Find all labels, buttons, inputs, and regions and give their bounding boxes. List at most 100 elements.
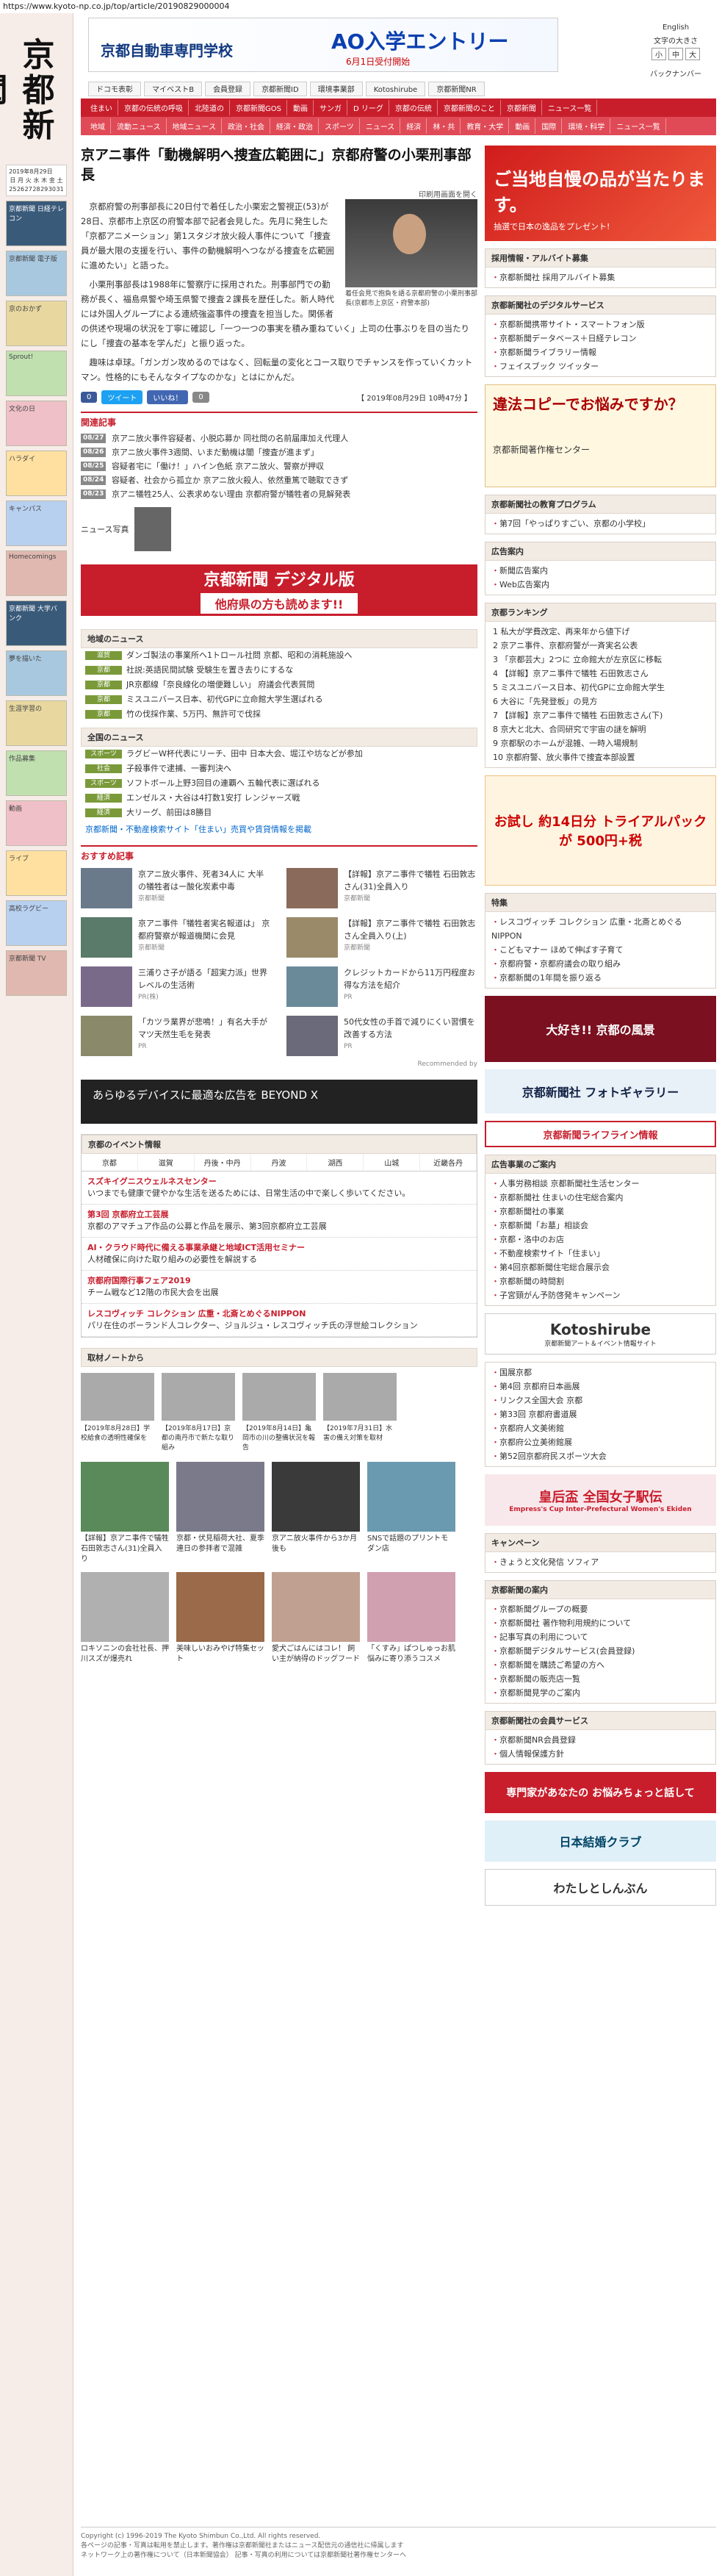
news-row[interactable]: 経済 大リーグ、前田は8勝目 bbox=[81, 806, 477, 820]
info-item[interactable]: 京都新聞の時間割 bbox=[491, 1274, 710, 1288]
rank-item[interactable]: 8 京大と北大、合同研究で宇宙の謎を解明 bbox=[491, 722, 710, 736]
related-item[interactable]: 08/27 京アニ放火事件容疑者、小脱応募か 同社問の名前届庫加え代理人 bbox=[81, 431, 477, 445]
guide-item[interactable]: 記事写真の利用について bbox=[491, 1630, 710, 1644]
grid-text[interactable]: 美味しいおみやげ特集セット bbox=[176, 1644, 264, 1665]
ekiden-banner[interactable]: 皇后盃 全国女子駅伝 Empress's Cup Inter-Prefectur… bbox=[485, 1474, 716, 1526]
special-item[interactable]: 京都府警・京都府議会の取り組み bbox=[491, 957, 710, 971]
event-tab[interactable]: 滋賀 bbox=[138, 1154, 195, 1171]
related-item[interactable]: 08/26 京アニ放火事件3週間、いまだ動機は闇「捜査が進まず」 bbox=[81, 445, 477, 459]
nav1-item[interactable]: 会員登録 bbox=[205, 82, 251, 96]
info-item[interactable]: 京都・洛中のお店 bbox=[491, 1233, 710, 1246]
info-item[interactable]: 京都新聞社の事業 bbox=[491, 1205, 710, 1219]
news-row[interactable]: スポーツ ラグビーW杯代表にリーチ、田中 日本大会、堀江や坊などが参加 bbox=[81, 747, 477, 761]
news-text[interactable]: 大リーグ、前田は8勝目 bbox=[126, 806, 212, 820]
nav1-item[interactable]: Kotoshirube bbox=[365, 82, 426, 96]
recommend-text[interactable]: 京アニ放火事件、死者34人に 大半の犠牲者はー酸化炭素中毒 bbox=[138, 868, 272, 893]
print-link[interactable]: 印刷用画面を開く bbox=[419, 188, 477, 199]
news-text[interactable]: ラグビーW杯代表にリーチ、田中 日本大会、堀江や坊などが参加 bbox=[126, 747, 363, 761]
lifeline-banner[interactable]: 京都新聞ライフライン情報 bbox=[485, 1121, 716, 1147]
kt-item[interactable]: 京都府公立美術館展 bbox=[491, 1435, 710, 1449]
left-banner[interactable]: 京都新聞 TV bbox=[6, 950, 67, 996]
recommend-thumb[interactable] bbox=[286, 966, 338, 1007]
nav3-item[interactable]: 国際 bbox=[536, 118, 563, 134]
special-item[interactable]: こどもマナー ほめて伸ばす子育て bbox=[491, 943, 710, 957]
rank-item[interactable]: 1 私大が学費改定、再来年から値下げ bbox=[491, 625, 710, 639]
event-title[interactable]: AI・クラウド時代に備える事業承継と地域ICT活用セミナー bbox=[87, 1242, 471, 1254]
nav2-item[interactable]: 住まい bbox=[85, 100, 118, 115]
grid-text[interactable]: 「くすみ」ぱつしゅっお肌悩みに寄り添うコスメ bbox=[367, 1644, 455, 1665]
note-text[interactable]: 【2019年8月28日】学校給食の透明性確保を bbox=[81, 1423, 154, 1442]
beyondx-ad[interactable]: あらゆるデバイスに最適な広告を BEYOND X bbox=[81, 1080, 477, 1124]
grid-item[interactable]: 【詳報】京アニ事件で犠牲 石田敦志さん(31)全員入り bbox=[81, 1462, 169, 1565]
nav3-item[interactable]: 地域 bbox=[85, 118, 111, 134]
info-item[interactable]: 人事労務相談 京都新聞社生活センター bbox=[491, 1177, 710, 1191]
edu-item[interactable]: 第7回「やっぱりすごい、京都の小学校」 bbox=[491, 517, 710, 531]
rank-item[interactable]: 5 ミスユニバース日本、初代GPに立命館大学生 bbox=[491, 681, 710, 695]
news-row[interactable]: 京都 ミスユニバース日本、初代GPに立命館大学生選ばれる bbox=[81, 692, 477, 707]
left-banner[interactable]: ハラダイ bbox=[6, 451, 67, 496]
real-estate-link[interactable]: 京都新聞・不動産検索サイト「住まい」売買や賃貸情報を掲載 bbox=[81, 820, 477, 838]
header-banner-ad[interactable]: 京都自動車専門学校 AO入学エントリー 6月1日受付開始 bbox=[88, 18, 558, 72]
related-item[interactable]: 08/24 容疑者、社会から孤立か 京アニ放火殺人、依然重篤で聴取できず bbox=[81, 473, 477, 487]
grid-thumb[interactable] bbox=[367, 1462, 455, 1532]
adinfo-item[interactable]: Web広告案内 bbox=[491, 578, 710, 592]
nav1-item[interactable]: 環境事業部 bbox=[309, 82, 363, 96]
grid-text[interactable]: 京都・伏見稲荷大社、夏季連日の参拝者で混雑 bbox=[176, 1534, 264, 1554]
backnumber-link[interactable]: バックナンバー bbox=[639, 68, 712, 79]
nav3-item[interactable]: ニュース一覧 bbox=[611, 118, 666, 134]
recommend-item[interactable]: 【詳報】京アニ事件で犠牲 石田敦志さん全員入り(上) 京都新聞 bbox=[286, 917, 477, 958]
recommend-item[interactable]: 「カツラ業界が悲鳴！」有名大手がマツ天然生毛を発表 PR bbox=[81, 1016, 272, 1056]
recommend-item[interactable]: 三浦りさ子が語る「超実力派」世界レベルの生活術 PR(株) bbox=[81, 966, 272, 1007]
grid-thumb[interactable] bbox=[81, 1462, 169, 1532]
grid-item[interactable]: 愛犬ごはんにはコレ！ 飼い主が納得のドッグフード bbox=[272, 1572, 360, 1665]
kotoshirube-banner[interactable]: Kotoshirube 京都新聞アート＆イベント情報サイト bbox=[485, 1313, 716, 1355]
news-row[interactable]: スポーツ ソフトボール上野3回目の連覇へ 五輪代表に選ばれる bbox=[81, 776, 477, 791]
related-text[interactable]: 容疑者、社会から孤立か 京アニ放火殺人、依然重篤で聴取できず bbox=[112, 476, 348, 485]
photo-contest-banner[interactable]: 大好き!! 京都の風景 bbox=[485, 996, 716, 1062]
recommend-text[interactable]: 三浦りさ子が語る「超実力派」世界レベルの生活術 bbox=[138, 966, 272, 991]
event-tab[interactable]: 近畿各丹 bbox=[420, 1154, 477, 1171]
note-thumb[interactable] bbox=[242, 1373, 316, 1421]
rank-item[interactable]: 7 【詳報】京アニ事件で犠牲 石田敦志さん(下) bbox=[491, 708, 710, 722]
nav1-item[interactable]: 京都新聞NR bbox=[428, 82, 485, 96]
news-text[interactable]: ソフトボール上野3回目の連覇へ 五輪代表に選ばれる bbox=[126, 776, 320, 791]
news-text[interactable]: ダンゴ製法の事業所へ1トロール社問 京都、昭和の消耗施設へ bbox=[126, 648, 353, 663]
grid-thumb[interactable] bbox=[272, 1572, 360, 1642]
news-text[interactable]: エンゼルス・大谷は4打数1安打 レンジャーズ戦 bbox=[126, 791, 300, 806]
event-item[interactable]: レスコヴィッチ コレクション 広重・北斎とめぐるNIPPON パリ在住のボーランド… bbox=[82, 1304, 477, 1337]
nav2-item[interactable]: 京都新聞のこと bbox=[438, 100, 501, 115]
address-bar[interactable]: https://www.kyoto-np.co.jp/top/article/2… bbox=[0, 0, 722, 13]
nav3-item[interactable]: 流動ニュース bbox=[112, 118, 167, 134]
grid-text[interactable]: 【詳報】京アニ事件で犠牲 石田敦志さん(31)全員入り bbox=[81, 1534, 169, 1565]
guide-item[interactable]: 京都新聞デジタルサービス(会員登録) bbox=[491, 1644, 710, 1658]
note-item[interactable]: 【2019年7月31日】水害の備え対策を取材 bbox=[323, 1373, 397, 1452]
nav2-item[interactable]: D リーグ bbox=[348, 100, 389, 115]
news-photo-thumb[interactable] bbox=[134, 507, 172, 551]
copyright-ad[interactable]: 違法コピーでお悩みですか？ 京都新聞著作権センター bbox=[485, 384, 716, 487]
left-banner[interactable]: 作品募集 bbox=[6, 750, 67, 796]
grid-thumb[interactable] bbox=[367, 1572, 455, 1642]
grid-item[interactable]: 京アニ放火事件から3か月後も bbox=[272, 1462, 360, 1565]
left-banner[interactable]: 動画 bbox=[6, 800, 67, 846]
font-large-button[interactable]: 大 bbox=[685, 48, 700, 60]
left-banner[interactable]: 京都新聞 電子版 bbox=[6, 251, 67, 296]
pharma-ad[interactable]: お試し 約14日分 トライアルパックが 500円+税 bbox=[485, 775, 716, 886]
news-text[interactable]: ミスユニバース日本、初代GPに立命館大学生選ばれる bbox=[126, 692, 323, 707]
recommend-item[interactable]: 50代女性の手首で減りにくい習慣を改善する方法 PR bbox=[286, 1016, 477, 1056]
recruit-item[interactable]: 京都新聞社 採用アルバイト募集 bbox=[491, 270, 710, 284]
nav1-item[interactable]: マイベストB bbox=[144, 82, 203, 96]
nav2-item[interactable]: 北陸道の bbox=[189, 100, 230, 115]
grid-item[interactable]: SNSで話題のプリントモダン店 bbox=[367, 1462, 455, 1565]
recommend-thumb[interactable] bbox=[81, 1016, 132, 1056]
font-small-button[interactable]: 小 bbox=[651, 48, 666, 60]
kt-item[interactable]: 国展京都 bbox=[491, 1366, 710, 1380]
grid-thumb[interactable] bbox=[176, 1572, 264, 1642]
digital-item[interactable]: フェイスブック ツイッター bbox=[491, 359, 710, 373]
nav3-item[interactable]: 教育・大学 bbox=[461, 118, 510, 134]
nav2-item[interactable]: 京都新聞GOS bbox=[231, 100, 287, 115]
note-thumb[interactable] bbox=[162, 1373, 235, 1421]
font-medium-button[interactable]: 中 bbox=[668, 48, 683, 60]
rank-item[interactable]: 10 京都府警、放火事件で捜査本部設置 bbox=[491, 750, 710, 764]
info-item[interactable]: 不動産検索サイト「住まい」 bbox=[491, 1246, 710, 1260]
note-item[interactable]: 【2019年8月14日】亀岡市の川の整備状況を報告 bbox=[242, 1373, 316, 1452]
